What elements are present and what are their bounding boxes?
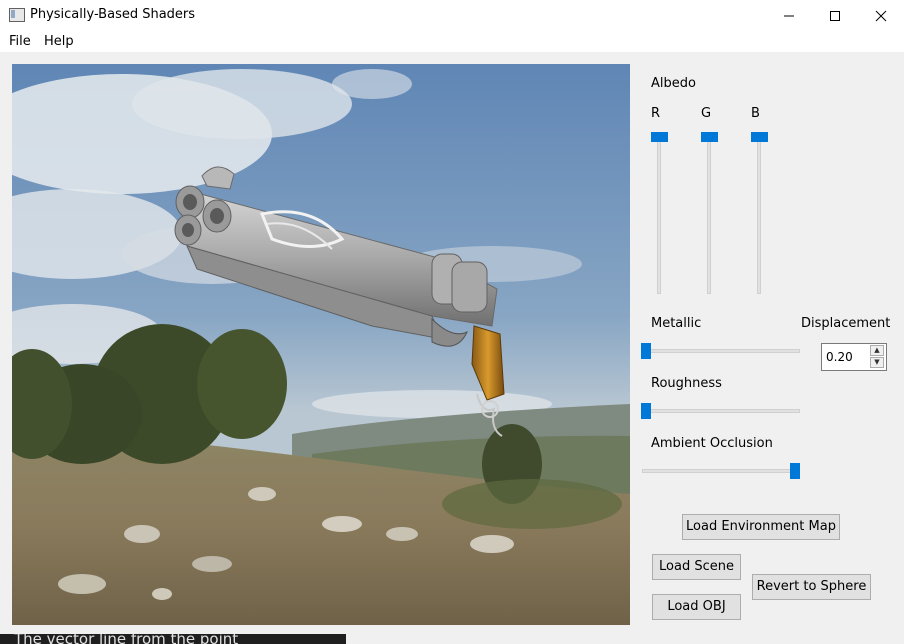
bottom-overlay-text: The vector line from the point <box>14 634 239 644</box>
minimize-button[interactable] <box>766 0 812 31</box>
albedo-b-label: B <box>751 106 760 121</box>
revert-to-sphere-button[interactable]: Revert to Sphere <box>752 574 871 600</box>
displacement-label: Displacement <box>801 316 891 331</box>
albedo-r-slider-track[interactable] <box>657 136 661 294</box>
roughness-slider-track[interactable] <box>642 409 800 413</box>
albedo-g-label: G <box>701 106 712 121</box>
albedo-g-slider-track[interactable] <box>707 136 711 294</box>
albedo-r-label: R <box>651 106 661 121</box>
albedo-label: Albedo <box>651 76 696 91</box>
load-obj-button[interactable]: Load OBJ <box>652 594 741 620</box>
ambient-occlusion-slider-track[interactable] <box>642 469 800 473</box>
close-button[interactable] <box>858 0 904 31</box>
minimize-icon <box>784 15 794 16</box>
rendered-scene <box>12 64 630 625</box>
albedo-b-slider-track[interactable] <box>757 136 761 294</box>
title-bar[interactable]: Physically-Based Shaders <box>0 0 904 31</box>
albedo-r-slider-handle[interactable] <box>651 132 668 142</box>
spin-arrows: ▲ ▼ <box>870 345 885 369</box>
maximize-icon <box>830 10 840 21</box>
bottom-overlay: The vector line from the point <box>0 634 346 644</box>
window-title: Physically-Based Shaders <box>30 7 196 22</box>
menu-bar: File Help <box>0 31 904 52</box>
maximize-button[interactable] <box>812 0 858 31</box>
ambient-occlusion-slider-handle[interactable] <box>790 463 800 479</box>
roughness-label: Roughness <box>651 376 722 391</box>
app-icon <box>9 8 25 22</box>
metallic-slider-track[interactable] <box>642 349 800 353</box>
albedo-b-slider-handle[interactable] <box>751 132 768 142</box>
spin-up-icon[interactable]: ▲ <box>870 345 884 356</box>
menu-help[interactable]: Help <box>44 34 74 49</box>
displacement-value[interactable]: 0.20 <box>826 350 853 364</box>
ambient-occlusion-label: Ambient Occlusion <box>651 436 773 451</box>
load-scene-button[interactable]: Load Scene <box>652 554 741 580</box>
menu-file[interactable]: File <box>9 34 31 49</box>
spin-down-icon[interactable]: ▼ <box>870 357 884 368</box>
metallic-label: Metallic <box>651 316 702 331</box>
render-viewport[interactable] <box>12 64 630 625</box>
close-icon <box>875 10 887 21</box>
metallic-slider-handle[interactable] <box>641 343 651 359</box>
displacement-spinbox[interactable]: 0.20 ▲ ▼ <box>821 343 887 371</box>
albedo-g-slider-handle[interactable] <box>701 132 718 142</box>
roughness-slider-handle[interactable] <box>641 403 651 419</box>
load-environment-map-button[interactable]: Load Environment Map <box>682 514 840 540</box>
